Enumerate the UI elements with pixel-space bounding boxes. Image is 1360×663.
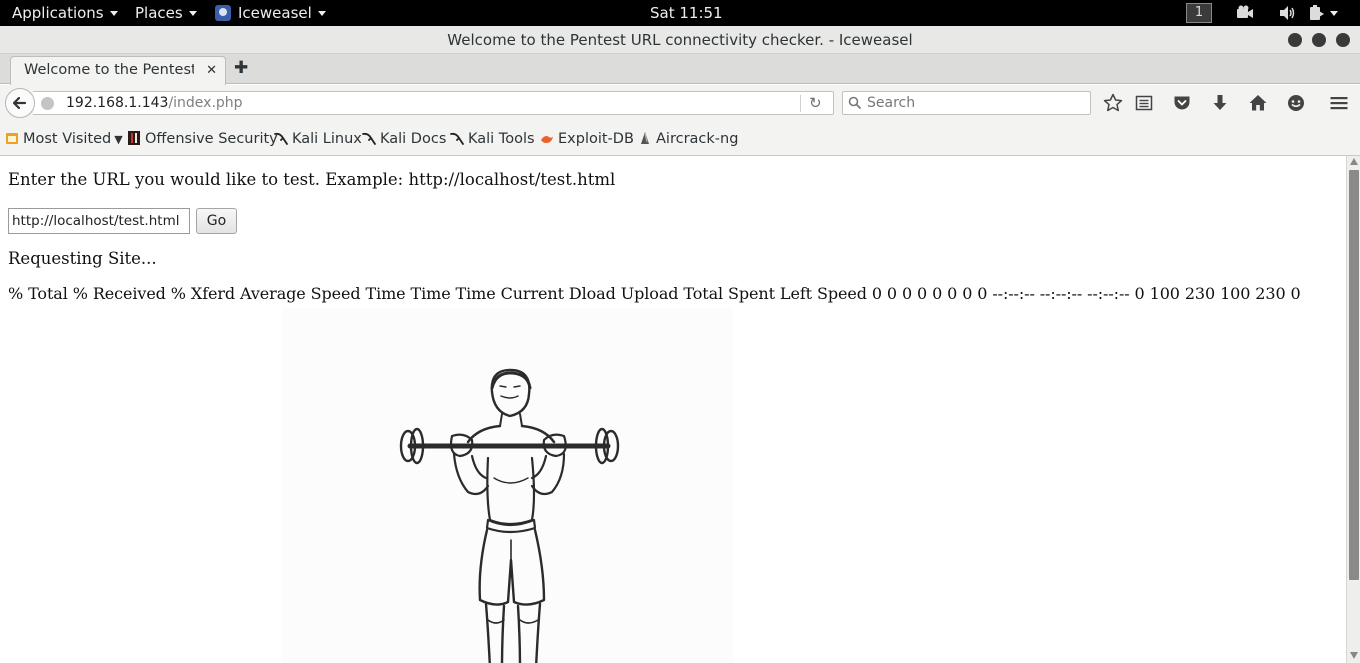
- workspace-indicator[interactable]: 1: [1186, 3, 1212, 23]
- bookmark-label: Kali Tools: [468, 131, 535, 147]
- bookmark-offensive-security[interactable]: Offensive Security: [127, 122, 278, 156]
- iceweasel-icon: [215, 5, 231, 21]
- power-icon[interactable]: [1308, 5, 1326, 21]
- url-separator: [800, 95, 801, 112]
- places-menu[interactable]: Places: [135, 0, 197, 26]
- reload-icon[interactable]: ↻: [809, 92, 822, 114]
- search-bar[interactable]: Search: [842, 91, 1091, 115]
- window-title: Welcome to the Pentest URL connectivity …: [447, 31, 913, 49]
- bookmark-label: Kali Docs: [380, 131, 447, 147]
- url-host: 192.168.1.143: [66, 95, 169, 111]
- chevron-down-icon: ▼: [114, 133, 123, 146]
- bookmark-label: Exploit-DB: [558, 131, 634, 147]
- bookmark-label: Aircrack-ng: [656, 131, 739, 147]
- bookmark-label: Most Visited: [23, 131, 112, 147]
- barbell-curl-drawing: [282, 308, 733, 663]
- new-tab-button[interactable]: ✚: [234, 54, 248, 83]
- bookmarks-toolbar: Most Visited ▼ Offensive Security Kali Li…: [0, 122, 1360, 156]
- test-url-input[interactable]: [8, 208, 190, 234]
- kali-icon: [362, 132, 376, 145]
- scroll-down-arrow-icon[interactable]: [1350, 652, 1358, 659]
- bookmark-exploit-db[interactable]: Exploit-DB: [540, 122, 634, 156]
- clock[interactable]: Sat 11:51: [650, 0, 723, 26]
- bookmark-most-visited[interactable]: Most Visited ▼: [5, 122, 123, 157]
- page-content: Enter the URL you would like to test. Ex…: [0, 156, 1346, 663]
- window-title-bar: Welcome to the Pentest URL connectivity …: [0, 26, 1360, 54]
- chevron-down-icon[interactable]: [1330, 11, 1338, 16]
- reader-list-icon[interactable]: [1134, 93, 1154, 113]
- bookmark-kali-linux[interactable]: Kali Linux: [274, 122, 362, 156]
- chevron-down-icon: [109, 11, 118, 16]
- vertical-scrollbar[interactable]: [1346, 156, 1360, 663]
- aircrack-icon: [641, 132, 649, 144]
- pocket-icon[interactable]: [1172, 93, 1192, 113]
- scrollbar-thumb[interactable]: [1349, 170, 1359, 580]
- tab-label: Welcome to the Pentest ...: [24, 62, 194, 78]
- offsec-icon: [128, 131, 140, 145]
- hamburger-menu-icon[interactable]: [1329, 93, 1349, 113]
- url-bar[interactable]: 192.168.1.143/index.php ↻: [33, 91, 834, 115]
- close-window-button[interactable]: [1336, 33, 1350, 47]
- bookmark-label: Kali Linux: [292, 131, 362, 147]
- back-arrow-icon: [12, 96, 27, 110]
- bookmark-kali-docs[interactable]: Kali Docs: [362, 122, 446, 156]
- requesting-status: Requesting Site...: [8, 249, 157, 268]
- iceweasel-label: Iceweasel: [238, 4, 312, 22]
- exploitdb-icon: [541, 136, 553, 143]
- url-path: /index.php: [168, 95, 243, 111]
- maximize-button[interactable]: [1312, 33, 1326, 47]
- bookmark-kali-tools[interactable]: Kali Tools: [450, 122, 535, 156]
- curl-output: % Total % Received % Xferd Average Speed…: [8, 284, 1301, 303]
- bookmark-label: Offensive Security: [145, 131, 278, 147]
- globe-icon: [41, 97, 54, 110]
- tab-strip: Welcome to the Pentest ... ✕ ✚: [0, 54, 1360, 85]
- most-visited-icon: [6, 133, 18, 144]
- home-icon[interactable]: [1248, 93, 1268, 113]
- chevron-down-icon: [317, 11, 326, 16]
- places-label: Places: [135, 4, 183, 22]
- bookmark-star-icon[interactable]: [1103, 93, 1123, 113]
- iceweasel-app-menu[interactable]: Iceweasel: [215, 0, 326, 26]
- minimize-button[interactable]: [1288, 33, 1302, 47]
- kali-icon: [450, 132, 464, 145]
- camera-icon[interactable]: [1236, 5, 1254, 21]
- url-prompt-text: Enter the URL you would like to test. Ex…: [8, 170, 616, 189]
- tab-active[interactable]: Welcome to the Pentest ... ✕: [10, 56, 226, 85]
- applications-menu[interactable]: Applications: [12, 0, 118, 26]
- kali-icon: [274, 132, 288, 145]
- chevron-down-icon: [188, 11, 197, 16]
- close-icon[interactable]: ✕: [206, 57, 217, 84]
- back-button[interactable]: [5, 88, 35, 118]
- volume-icon[interactable]: [1279, 5, 1297, 21]
- search-icon: [848, 96, 862, 110]
- download-icon[interactable]: [1210, 93, 1230, 113]
- bookmark-aircrack-ng[interactable]: Aircrack-ng: [638, 122, 738, 156]
- gnome-top-bar: Applications Places Iceweasel Sat 11:51 …: [0, 0, 1360, 26]
- scroll-up-arrow-icon[interactable]: [1350, 158, 1358, 165]
- go-button[interactable]: Go: [196, 208, 237, 234]
- hello-chat-icon[interactable]: [1286, 93, 1306, 113]
- search-placeholder: Search: [867, 95, 916, 111]
- navigation-bar: 192.168.1.143/index.php ↻ Search: [0, 85, 1360, 122]
- applications-label: Applications: [12, 4, 104, 22]
- url-text[interactable]: 192.168.1.143/index.php: [66, 92, 243, 114]
